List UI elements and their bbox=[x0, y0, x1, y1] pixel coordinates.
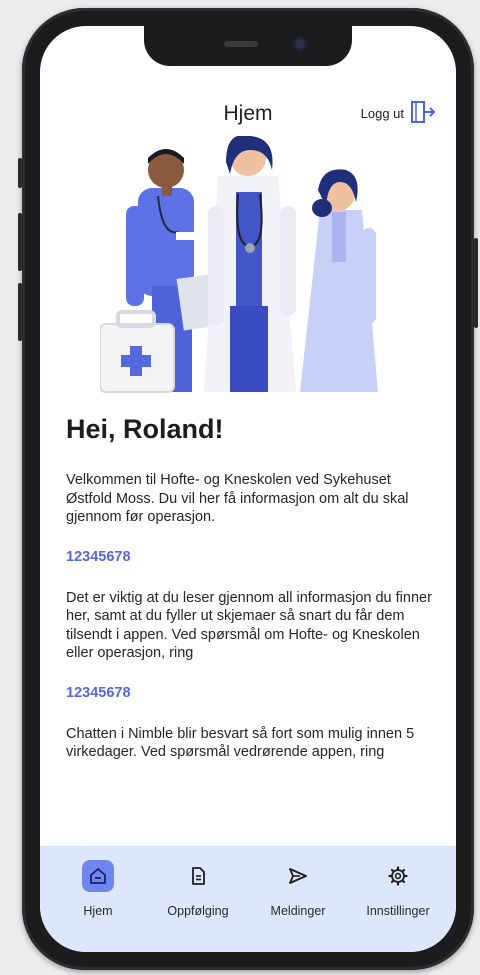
phone-link-2[interactable]: 12345678 bbox=[66, 685, 436, 701]
tab-home-label: Hjem bbox=[83, 904, 113, 918]
tab-settings[interactable]: Innstillinger bbox=[348, 860, 448, 918]
home-content: Hei, Roland! Velkommen til Hofte- og Kne… bbox=[66, 414, 436, 762]
gear-icon bbox=[382, 860, 414, 892]
tab-home[interactable]: Hjem bbox=[48, 860, 148, 918]
tab-messages[interactable]: Meldinger bbox=[248, 860, 348, 918]
document-icon bbox=[182, 860, 214, 892]
logout-label: Logg ut bbox=[360, 106, 404, 121]
tab-settings-label: Innstillinger bbox=[366, 904, 430, 918]
phone-link-1[interactable]: 12345678 bbox=[66, 549, 436, 565]
tab-followup-label: Oppfølging bbox=[167, 904, 229, 918]
app-header: Hjem Logg ut bbox=[40, 96, 456, 136]
speaker bbox=[224, 41, 258, 47]
volume-down-button bbox=[18, 283, 22, 341]
volume-up-button bbox=[18, 213, 22, 271]
intro-text: Velkommen til Hofte- og Kneskolen ved Sy… bbox=[66, 472, 409, 525]
bottom-tab-bar: Hjem Oppfølging Meldinger Innstillinger bbox=[40, 846, 456, 952]
mute-switch bbox=[18, 158, 22, 188]
send-icon bbox=[282, 860, 314, 892]
greeting-heading: Hei, Roland! bbox=[66, 414, 224, 444]
notch bbox=[144, 26, 352, 66]
app-screen: Hjem Logg ut Hei, Roland! Velkommen til … bbox=[40, 26, 456, 952]
power-button bbox=[474, 238, 478, 328]
tab-followup[interactable]: Oppfølging bbox=[148, 860, 248, 918]
phone-frame: Hjem Logg ut Hei, Roland! Velkommen til … bbox=[18, 8, 478, 970]
doctors-illustration bbox=[99, 135, 400, 396]
tab-messages-label: Meldinger bbox=[270, 904, 326, 918]
chat-info-text: Chatten i Nimble blir besvart så fort so… bbox=[66, 725, 415, 761]
info-text: Det er viktig at du leser gjennom all in… bbox=[66, 589, 432, 662]
home-icon bbox=[82, 860, 114, 892]
logout-icon bbox=[410, 100, 436, 127]
front-camera bbox=[292, 36, 308, 52]
logout-button[interactable]: Logg ut bbox=[361, 100, 436, 127]
